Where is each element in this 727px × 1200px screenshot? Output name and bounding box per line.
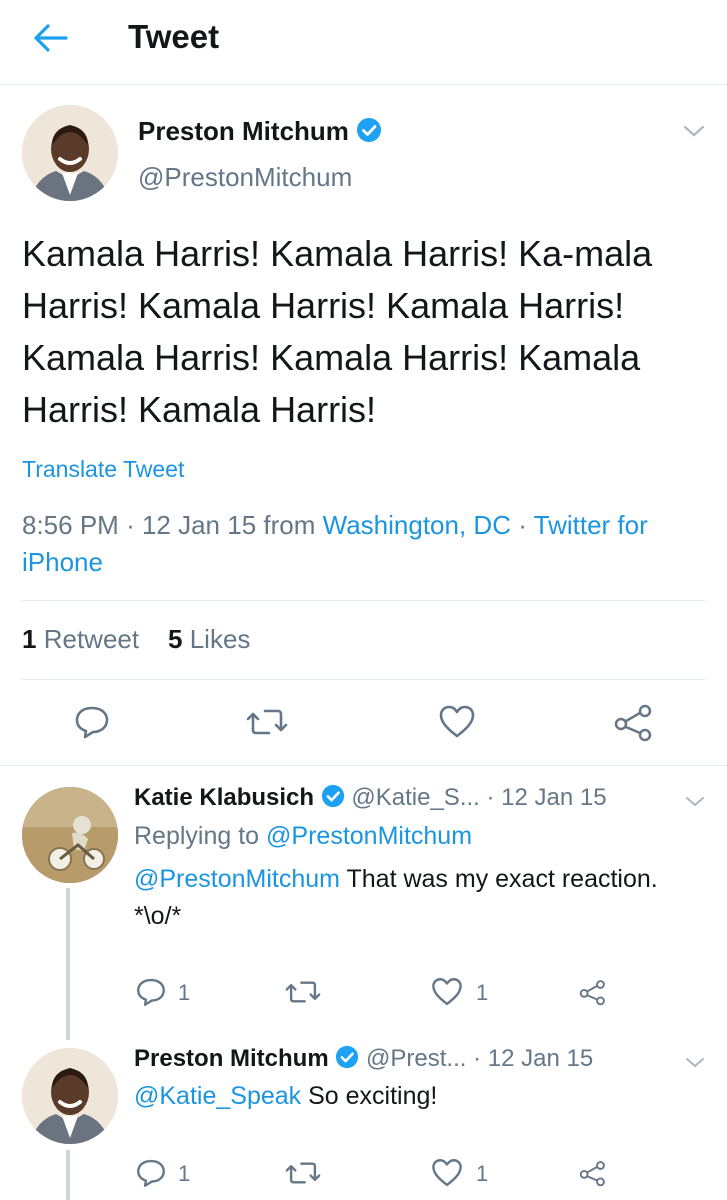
translate-tweet-link[interactable]: Translate Tweet bbox=[22, 456, 184, 483]
reply-avatar[interactable] bbox=[22, 787, 118, 883]
author-avatar[interactable] bbox=[22, 105, 118, 201]
replying-to-label: Replying to bbox=[134, 822, 260, 850]
engagement-stats: 1 Retweet 5 Likes bbox=[22, 624, 250, 655]
tweet-date: 12 Jan 15 bbox=[141, 510, 257, 540]
reply-actions: 1 1 bbox=[134, 1156, 654, 1192]
replying-to: Replying to @PrestonMitchum bbox=[134, 822, 472, 851]
reply-author-handle[interactable]: @Prest... bbox=[366, 1045, 466, 1072]
thread-line bbox=[66, 1150, 70, 1200]
author-name-text[interactable]: Preston Mitchum bbox=[138, 116, 349, 146]
reply-icon[interactable] bbox=[134, 1156, 168, 1190]
page-title: Tweet bbox=[128, 18, 220, 55]
tweet-location-link[interactable]: Washington, DC bbox=[323, 510, 511, 540]
like-count: 1 bbox=[476, 1161, 489, 1186]
reply-date[interactable]: 12 Jan 15 bbox=[501, 784, 606, 811]
chevron-down-icon[interactable] bbox=[684, 795, 706, 809]
mention-link[interactable]: @Katie_Speak bbox=[134, 1082, 301, 1110]
reply-avatar[interactable] bbox=[22, 1048, 118, 1144]
verified-badge-icon bbox=[356, 117, 382, 143]
divider bbox=[22, 679, 705, 680]
reply-author-handle[interactable]: @Katie_S... bbox=[351, 784, 479, 811]
reply-header: Katie Klabusich @Katie_S... · 12 Jan 15 bbox=[134, 784, 607, 811]
reply-text: @PrestonMitchum That was my exact reacti… bbox=[134, 861, 694, 935]
reply-author-name[interactable]: Preston Mitchum bbox=[134, 1045, 329, 1072]
top-bar: Tweet bbox=[0, 0, 727, 85]
reply-icon[interactable] bbox=[72, 702, 112, 742]
author-handle[interactable]: @PrestonMitchum bbox=[138, 162, 352, 193]
author-name[interactable]: Preston Mitchum bbox=[138, 116, 382, 147]
retweet-icon[interactable] bbox=[284, 975, 322, 1009]
share-icon[interactable] bbox=[578, 975, 608, 1009]
tweet-time: 8:56 PM bbox=[22, 510, 119, 540]
reply-count: 1 bbox=[178, 1161, 191, 1186]
reply-body: So exciting! bbox=[301, 1082, 438, 1110]
reply-count: 1 bbox=[178, 980, 191, 1005]
like-heart-icon[interactable] bbox=[430, 1156, 464, 1190]
divider bbox=[22, 600, 705, 601]
retweets-stat[interactable]: 1 Retweet bbox=[22, 624, 139, 654]
retweet-icon[interactable] bbox=[284, 1156, 322, 1190]
divider bbox=[0, 765, 727, 766]
replying-to-link[interactable]: @PrestonMitchum bbox=[266, 822, 472, 850]
mention-link[interactable]: @PrestonMitchum bbox=[134, 865, 340, 893]
retweet-icon[interactable] bbox=[245, 702, 289, 742]
tweet-meta: 8:56 PM · 12 Jan 15 from Washington, DC … bbox=[22, 510, 648, 577]
likes-stat[interactable]: 5 Likes bbox=[168, 624, 250, 654]
share-icon[interactable] bbox=[612, 702, 656, 742]
reply-header: Preston Mitchum @Prest... · 12 Jan 15 bbox=[134, 1045, 594, 1072]
thread-line bbox=[66, 888, 70, 1040]
verified-badge-icon bbox=[335, 1045, 359, 1069]
chevron-down-icon[interactable] bbox=[682, 123, 706, 139]
like-count: 1 bbox=[476, 980, 489, 1005]
verified-badge-icon bbox=[321, 784, 345, 808]
back-arrow-icon[interactable] bbox=[30, 20, 70, 56]
tweet-actions bbox=[0, 690, 727, 760]
chevron-down-icon[interactable] bbox=[684, 1056, 706, 1070]
like-heart-icon[interactable] bbox=[430, 975, 464, 1009]
tweet-text: Kamala Harris! Kamala Harris! Ka-mala Ha… bbox=[22, 233, 653, 430]
tweet-from: from bbox=[263, 510, 316, 540]
reply-text: @Katie_Speak So exciting! bbox=[134, 1082, 437, 1111]
reply-actions: 1 1 bbox=[134, 975, 654, 1011]
share-icon[interactable] bbox=[578, 1156, 608, 1190]
like-heart-icon[interactable] bbox=[437, 702, 477, 742]
reply-date[interactable]: 12 Jan 15 bbox=[488, 1045, 593, 1072]
reply-author-name[interactable]: Katie Klabusich bbox=[134, 784, 314, 811]
reply-icon[interactable] bbox=[134, 975, 168, 1009]
